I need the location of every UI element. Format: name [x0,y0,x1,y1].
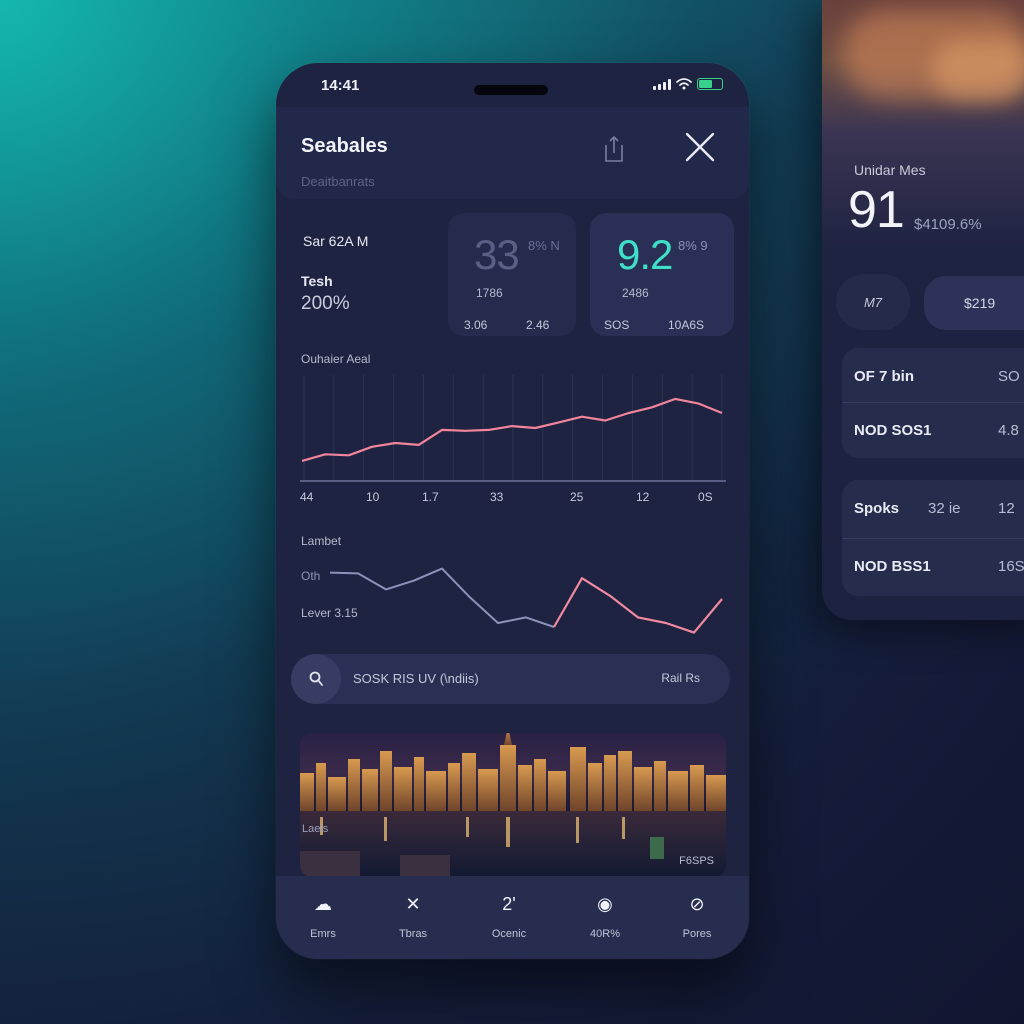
city-skyline-image: Laeis F6SPS [300,733,726,877]
tick-label: 44 [300,490,314,504]
side-row-name: Spoks [854,499,900,517]
tab-label: Emrs [310,928,336,940]
side-row-name: NOD SOS1 [854,422,932,439]
tick-label: 25 [570,490,584,504]
tab-label: Pores [682,928,712,940]
tab-0[interactable]: ☁ Emrs [283,876,363,959]
phone-frame: 14:41 Seabales Deaitbanrats Sar 62A M Te… [276,63,749,959]
series-line-accent [553,577,723,634]
side-panel-value: 91 [848,181,905,239]
side-card: Spoks 32 ie 12 NOD BSS1 16S [842,480,1024,596]
side-row-value: 32 ie [928,499,961,517]
city-tag: F6SPS [679,855,714,867]
tools-icon: ✕ [405,893,421,914]
line-chart-secondary [329,567,723,634]
side-panel-label: Unidar Mes [854,162,926,178]
share-icon[interactable] [601,133,627,165]
tab-4[interactable]: ⊘ Pores [657,876,737,959]
stat-card[interactable]: 33 8% N 1786 3.06 2.46 [448,213,576,336]
side-panel: Unidar Mes 91 $4109.6% M7 $219 OF 7 bin … [822,0,1024,620]
tick-label: 0S [698,490,713,504]
bottom-tab-bar: ☁ Emrs ✕ Tbras 2' Ocenic ◉ 40R% ⊘ Pores [276,876,749,959]
tick-label: 10 [366,490,380,504]
chart2-title: Lambet [301,534,342,548]
skyline-illustration [300,733,726,877]
cloud-icon: ☁ [314,893,332,914]
close-icon[interactable] [682,129,718,165]
search-icon [309,671,323,686]
tab-3[interactable]: ◉ 40R% [565,876,645,959]
search-action[interactable]: Rail Rs [661,671,700,685]
chart-title: Ouhaier Aeal [301,352,371,366]
tab-label: Ocenic [491,928,527,940]
stat-value: 200% [301,293,350,314]
city-caption: Laeis [302,823,329,835]
stat-unit: 8% N [528,238,560,253]
headset-icon: ◉ [597,893,613,914]
stat-foot-value: 10A6S [668,318,705,332]
side-row[interactable]: NOD BSS1 16S [842,538,1024,594]
side-panel-round-chip[interactable]: M7 [836,274,910,330]
side-row[interactable]: OF 7 bin SO [842,348,1024,404]
search-input[interactable]: SOSK RIS UV (\ndiis) [353,671,479,686]
side-row-value: SO [998,367,1020,385]
tick-label: 12 [636,490,650,504]
tab-1[interactable]: ✕ Tbras [373,876,453,959]
stat-foot-value: 3.06 [464,318,488,332]
side-panel-chip[interactable]: $219 [924,276,1024,330]
lock-icon: ⊘ [689,893,705,914]
stat-foot-value: 2.46 [526,318,550,332]
tick-label: 33 [490,490,504,504]
series-line-muted [329,567,555,628]
search-bar[interactable]: SOSK RIS UV (\ndiis) Rail Rs [291,654,730,704]
status-time: 14:41 [321,77,360,94]
side-row-value: 12 [998,499,1015,517]
stat-sub-value: 2486 [622,286,649,300]
battery-icon [697,78,723,90]
number-icon: 2' [502,893,516,914]
tab-label: Tbras [398,928,428,940]
side-card: OF 7 bin SO NOD SOS1 4.8 [842,348,1024,458]
tab-2[interactable]: 2' Ocenic [469,876,549,959]
tick-label: 1.7 [422,490,439,504]
signal-icon [653,78,671,90]
header: Seabales Deaitbanrats [276,107,749,199]
side-row[interactable]: Spoks 32 ie 12 [842,480,1024,536]
page-title: Seabales [301,135,388,157]
stat-foot-value: SOS [604,318,630,332]
stat-unit: 8% 9 [678,238,708,253]
status-icons [653,78,723,90]
line-chart-main: 44 10 1.7 33 25 12 0S [300,375,726,504]
side-row-value: 16S [998,558,1024,575]
wifi-icon [676,78,692,90]
side-row-value: 4.8 [998,422,1019,439]
notch [474,85,548,95]
side-panel-small-value: $4109.6% [914,216,982,233]
side-row-name: NOD BSS1 [854,558,931,575]
stat-sub-value: 1786 [476,286,503,300]
side-row[interactable]: NOD SOS1 4.8 [842,402,1024,458]
stat-label: Sar 62A M [303,233,369,249]
search-button[interactable] [291,654,341,704]
tab-label: 40R% [590,928,620,940]
stat-card-summary[interactable]: Sar 62A M Tesh 200% [290,213,438,336]
stat-big-number: 33 [474,231,520,278]
stat-label-secondary: Tesh [301,273,333,289]
stat-big-number: 9.2 [617,231,673,278]
side-row-name: OF 7 bin [854,367,914,385]
stat-card-highlight[interactable]: 9.2 8% 9 2486 SOS 10A6S [590,213,734,336]
page-subtitle: Deaitbanrats [301,174,375,189]
